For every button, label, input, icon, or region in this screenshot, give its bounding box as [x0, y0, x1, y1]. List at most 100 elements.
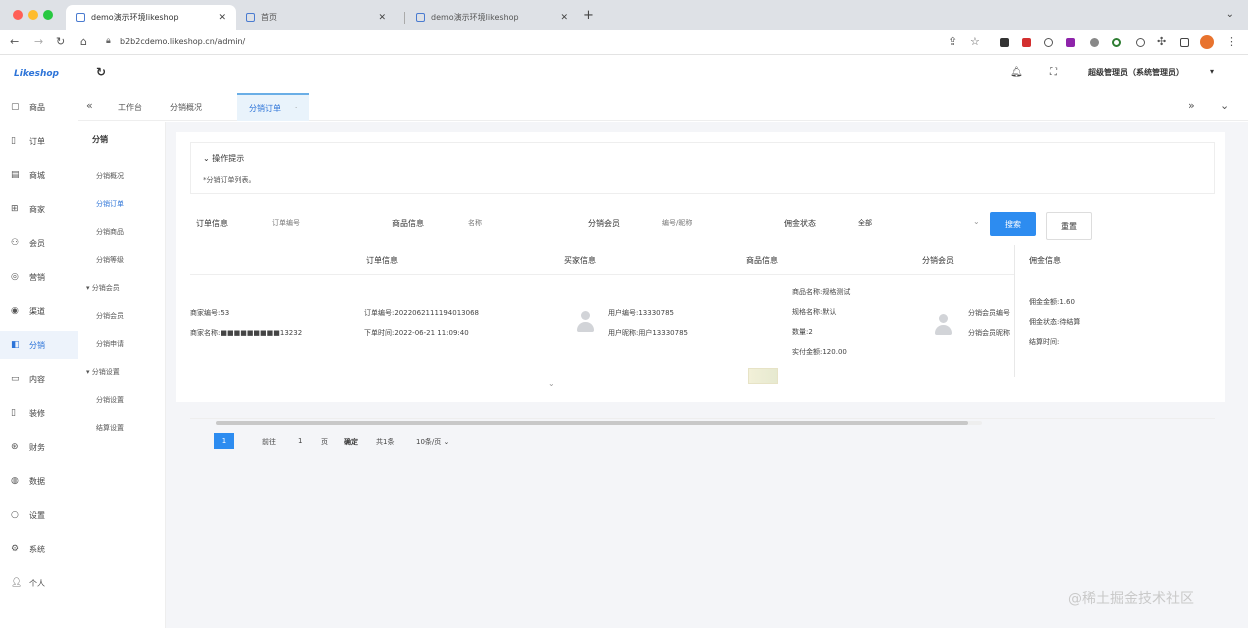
- close-icon[interactable]: ✕: [378, 13, 386, 23]
- commission-amount: 佣金金额:1.60: [1029, 298, 1075, 306]
- close-icon[interactable]: ✕: [218, 13, 226, 23]
- order-info-label: 订单信息: [196, 219, 228, 228]
- horizontal-scrollbar[interactable]: [216, 421, 982, 425]
- new-tab-button[interactable]: +: [583, 8, 594, 23]
- finance-icon: ⊛: [11, 442, 19, 452]
- sidebar-item-settings[interactable]: ○ 设置: [0, 501, 78, 529]
- more-menu-icon[interactable]: ⋮: [1226, 35, 1237, 48]
- url-input[interactable]: b2b2cdemo.likeshop.cn/admin/: [120, 37, 245, 46]
- sidebar-item-label: 商城: [29, 170, 45, 180]
- chevron-down-icon[interactable]: ⌄: [973, 217, 980, 226]
- sidebar-item-finance[interactable]: ⊛ 财务: [0, 433, 78, 461]
- page-number-input[interactable]: 1: [298, 437, 302, 445]
- tab-search-icon[interactable]: ⌄: [1226, 9, 1234, 20]
- reset-button[interactable]: 重置: [1046, 212, 1092, 240]
- sidebar-item-label: 个人: [29, 578, 45, 588]
- commission-column: 佣金信息 佣金金额:1.60 佣金状态:待结算 结算时间:: [1014, 245, 1215, 377]
- sidebar-item-personal[interactable]: 👤︎ 个人: [0, 569, 78, 597]
- subnav-item-applications[interactable]: 分销申请: [96, 339, 124, 349]
- page-1-button[interactable]: 1: [214, 433, 234, 449]
- tip-title[interactable]: ⌄ 操作提示: [203, 153, 244, 164]
- sidebar-item-marketing[interactable]: ◎ 营销: [0, 263, 78, 291]
- row-divider: [190, 418, 1215, 419]
- subnav-item-orders[interactable]: 分销订单: [96, 199, 124, 209]
- chevron-down-icon[interactable]: ⌄: [548, 379, 555, 388]
- subnav-item-goods[interactable]: 分销商品: [96, 227, 124, 237]
- bell-icon[interactable]: 🔔︎: [1010, 67, 1023, 78]
- sidebar-item-goods[interactable]: ▢ 商品: [0, 93, 78, 121]
- scroll-tabs-right-icon[interactable]: »: [1188, 99, 1195, 112]
- lock-icon[interactable]: 🔒︎: [106, 36, 111, 46]
- extension-icon[interactable]: [1090, 38, 1099, 47]
- caret-down-icon[interactable]: ▾: [1210, 67, 1214, 76]
- user-menu[interactable]: 超级管理员（系统管理员）: [1088, 67, 1184, 78]
- buyer-avatar: [576, 311, 594, 333]
- extension-icon[interactable]: [1000, 38, 1009, 47]
- extensions-puzzle-icon[interactable]: ✣: [1157, 35, 1166, 48]
- page-size-select[interactable]: 10条/页 ⌄: [416, 437, 449, 447]
- extension-icon[interactable]: [1022, 38, 1031, 47]
- sidebar-item-merchant[interactable]: ⊞ 商家: [0, 195, 78, 223]
- reload-icon[interactable]: ↻: [56, 35, 65, 48]
- member-input[interactable]: 编号/昵称: [662, 218, 692, 228]
- sidebar-item-system[interactable]: ⚙︎ 系统: [0, 535, 78, 563]
- maximize-window-button[interactable]: [43, 10, 53, 20]
- collapse-sidebar-icon[interactable]: «: [86, 99, 93, 112]
- scrollbar-thumb[interactable]: [216, 421, 968, 425]
- goods-info-input[interactable]: 名称: [468, 218, 482, 228]
- profile-avatar[interactable]: [1200, 35, 1214, 49]
- home-icon[interactable]: ⌂: [80, 35, 87, 48]
- close-icon[interactable]: ·: [295, 104, 297, 112]
- subnav-item-overview[interactable]: 分销概况: [96, 171, 124, 181]
- sidebar-item-orders[interactable]: ▯ 订单: [0, 127, 78, 155]
- fullscreen-icon[interactable]: ⛶: [1050, 67, 1057, 78]
- browser-tab-2[interactable]: 首页 ✕: [236, 5, 396, 30]
- forward-icon[interactable]: →: [34, 35, 43, 48]
- extension-icon[interactable]: [1112, 38, 1121, 47]
- sidebar-item-mall[interactable]: ▤ 商城: [0, 161, 78, 189]
- status-select[interactable]: 全部: [858, 218, 872, 228]
- extension-icon[interactable]: [1044, 38, 1053, 47]
- tab-distribution-orders[interactable]: 分销订单 ·: [237, 93, 310, 121]
- share-icon[interactable]: ⇪: [948, 35, 957, 48]
- extension-icon[interactable]: [1136, 38, 1145, 47]
- col-goods-info: 商品信息: [746, 256, 778, 265]
- tab-workbench[interactable]: 工作台: [118, 93, 142, 121]
- subnav-item-settings[interactable]: 分销设置: [96, 395, 124, 405]
- sidebar-item-member[interactable]: ⚇ 会员: [0, 229, 78, 257]
- sidebar-item-channel[interactable]: ◉ 渠道: [0, 297, 78, 325]
- subnav-group-settings[interactable]: ▾ 分销设置: [86, 367, 120, 377]
- order-info-input[interactable]: 订单编号: [272, 218, 300, 228]
- bookmark-star-icon[interactable]: ☆: [970, 35, 980, 48]
- page-size-label: 10条/页: [416, 438, 442, 446]
- data-icon: ◍: [11, 476, 19, 486]
- search-button[interactable]: 搜索: [990, 212, 1036, 236]
- browser-tab-3[interactable]: demo演示环境likeshop ✕: [406, 5, 578, 30]
- browser-tab-1[interactable]: demo演示环境likeshop ✕: [66, 5, 236, 30]
- shop-id: 商家编号:53: [190, 309, 230, 317]
- subnav-item-settlement[interactable]: 结算设置: [96, 423, 124, 433]
- member-no: 分销会员编号: [968, 309, 1010, 317]
- subnav-group-members[interactable]: ▾ 分销会员: [86, 283, 120, 293]
- sidebar-item-decorate[interactable]: ▯ 装修: [0, 399, 78, 427]
- sidebar-item-distribution[interactable]: ◧ 分销: [0, 331, 78, 359]
- page-unit: 页: [321, 438, 328, 446]
- minimize-window-button[interactable]: [28, 10, 38, 20]
- sidebar-item-data[interactable]: ◍ 数据: [0, 467, 78, 495]
- col-commission: 佣金信息: [1029, 256, 1061, 265]
- extension-icon[interactable]: [1066, 38, 1075, 47]
- refresh-icon[interactable]: ↻: [96, 65, 106, 79]
- back-icon[interactable]: ←: [10, 35, 19, 48]
- close-window-button[interactable]: [13, 10, 23, 20]
- tab-distribution-overview[interactable]: 分销概况: [170, 93, 202, 121]
- subnav-group-label: 分销设置: [91, 368, 120, 376]
- buyer-no: 用户编号:13330785: [608, 309, 674, 317]
- subnav-item-levels[interactable]: 分销等级: [96, 255, 124, 265]
- sidebar-toggle-icon[interactable]: [1180, 38, 1189, 47]
- confirm-page-button[interactable]: 确定: [344, 437, 358, 447]
- chevron-down-icon[interactable]: ⌄: [1220, 99, 1229, 112]
- sidebar-item-content[interactable]: ▭ 内容: [0, 365, 78, 393]
- close-icon[interactable]: ✕: [560, 13, 568, 23]
- subnav-item-members[interactable]: 分销会员: [96, 311, 124, 321]
- tip-text: *分销订单列表。: [203, 176, 256, 184]
